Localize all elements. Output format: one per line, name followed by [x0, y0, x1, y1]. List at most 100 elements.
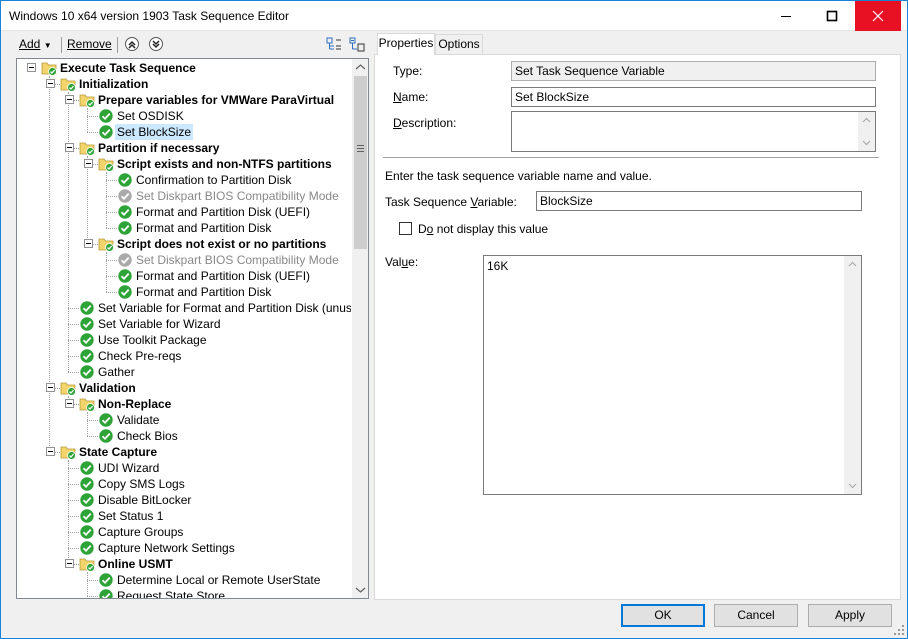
tree-item-label: Validation	[79, 381, 136, 395]
check-icon	[98, 412, 114, 428]
minimize-button[interactable]	[763, 1, 809, 31]
grip-line	[357, 148, 364, 149]
tree-connector	[106, 212, 117, 213]
toolbar-separator	[117, 37, 118, 53]
folder-check-icon	[79, 396, 95, 412]
tree-connector	[106, 252, 107, 292]
description-label: Description:	[393, 116, 457, 130]
folder-check-icon	[41, 60, 57, 76]
type-field: Set Task Sequence Variable	[511, 61, 876, 81]
tree-item-label: Gather	[98, 365, 135, 379]
collapse-toggle-icon[interactable]	[84, 239, 93, 248]
name-field[interactable]: Set BlockSize	[511, 87, 876, 107]
window-title: Windows 10 x64 version 1903 Task Sequenc…	[9, 9, 289, 23]
cancel-button[interactable]: Cancel	[714, 604, 798, 627]
tab-properties[interactable]: Properties	[377, 33, 435, 55]
collapse-toggle-icon[interactable]	[65, 143, 74, 152]
scroll-up-arrow-icon[interactable]	[844, 256, 861, 273]
tree-connector	[106, 180, 117, 181]
tree-item-label: Non-Replace	[98, 397, 172, 411]
check-icon	[79, 476, 95, 492]
collapse-toggle-icon[interactable]	[46, 447, 55, 456]
check-icon	[79, 316, 95, 332]
type-label: Type:	[393, 64, 423, 78]
disabled-check-icon	[117, 188, 133, 204]
maximize-button[interactable]	[809, 1, 855, 31]
tree-item-label: Prepare variables for VMWare ParaVirtual	[98, 93, 335, 107]
collapse-toggle-icon[interactable]	[84, 159, 93, 168]
tree-connector	[68, 460, 69, 564]
task-sequence-tree[interactable]: Execute Task Sequence Initialization Prepa…	[16, 58, 369, 599]
value-label: Value:	[385, 255, 419, 269]
close-icon	[872, 10, 884, 22]
value-scrollbar[interactable]	[844, 256, 861, 494]
collapse-toggle-icon[interactable]	[65, 399, 74, 408]
collapse-toggle-icon[interactable]	[46, 79, 55, 88]
tree-item-label: Request State Store	[117, 589, 226, 598]
scrollbar-thumb[interactable]	[354, 76, 367, 249]
ok-button[interactable]: OK	[621, 604, 705, 627]
task-sequence-variable-label: Task Sequence Variable:	[385, 195, 517, 209]
apply-button[interactable]: Apply	[808, 604, 892, 627]
properties-panel: Type: Set Task Sequence Variable Name: S…	[374, 54, 901, 600]
do-not-display-checkbox[interactable]	[399, 222, 412, 235]
check-icon	[117, 268, 133, 284]
title-bar: Windows 10 x64 version 1903 Task Sequenc…	[1, 1, 907, 31]
collapse-toggle-icon[interactable]	[65, 95, 74, 104]
toolbar-separator	[61, 37, 62, 53]
tree-connector	[106, 172, 107, 228]
instruction-text: Enter the task sequence variable name an…	[385, 169, 652, 183]
tree-item-label: Check Bios	[117, 429, 178, 443]
value-field[interactable]: 16K	[483, 255, 862, 495]
check-icon	[79, 540, 95, 556]
description-scrollbar[interactable]	[858, 112, 875, 151]
check-icon	[79, 492, 95, 508]
scroll-up-arrow-icon[interactable]	[858, 112, 875, 129]
do-not-display-label: Do not display this value	[418, 222, 549, 236]
move-down-icon[interactable]	[148, 36, 164, 52]
check-icon	[79, 364, 95, 380]
tree-item-label: Validate	[117, 413, 160, 427]
scroll-down-arrow-icon[interactable]	[844, 477, 861, 494]
check-icon	[98, 572, 114, 588]
tree-connector	[106, 292, 117, 293]
task-sequence-variable-field[interactable]: BlockSize	[536, 191, 862, 211]
tree-connector	[87, 412, 88, 436]
tree-connector	[68, 468, 79, 469]
collapse-all-icon[interactable]	[326, 36, 342, 52]
remove-button[interactable]: Remove	[67, 37, 112, 51]
check-icon	[98, 588, 114, 598]
disabled-check-icon	[117, 252, 133, 268]
scroll-down-arrow-icon[interactable]	[352, 581, 369, 598]
properties-pane: Properties Options Type: Set Task Sequen…	[374, 33, 901, 600]
folder-check-icon	[79, 556, 95, 572]
add-menu-button[interactable]: Add ▼	[19, 37, 52, 51]
grip-line	[357, 145, 364, 146]
move-up-icon[interactable]	[124, 36, 140, 52]
collapse-toggle-icon[interactable]	[27, 63, 36, 72]
close-button[interactable]	[855, 1, 901, 31]
tab-options[interactable]: Options	[435, 34, 483, 54]
maximize-icon	[826, 10, 838, 22]
scroll-down-arrow-icon[interactable]	[858, 134, 875, 151]
tree-item-label: Confirmation to Partition Disk	[136, 173, 292, 187]
tree-connector	[87, 572, 88, 596]
tree-vertical-scrollbar[interactable]	[351, 59, 368, 598]
tree-connector	[68, 516, 79, 517]
collapse-toggle-icon[interactable]	[65, 559, 74, 568]
scroll-up-arrow-icon[interactable]	[352, 59, 369, 76]
folder-check-icon	[79, 92, 95, 108]
tree-connector	[68, 92, 69, 372]
expand-all-icon[interactable]	[349, 36, 365, 52]
folder-check-icon	[60, 76, 76, 92]
tree-connector	[87, 420, 98, 421]
dropdown-arrow-icon: ▼	[43, 41, 52, 50]
resize-grip-icon[interactable]	[893, 624, 905, 636]
description-field[interactable]	[511, 111, 876, 152]
collapse-toggle-icon[interactable]	[46, 383, 55, 392]
tree-item-label: Set Status 1	[98, 509, 164, 523]
check-icon	[117, 284, 133, 300]
tree-connector	[87, 116, 98, 117]
tree-item-label: UDI Wizard	[98, 461, 160, 475]
check-icon	[117, 204, 133, 220]
